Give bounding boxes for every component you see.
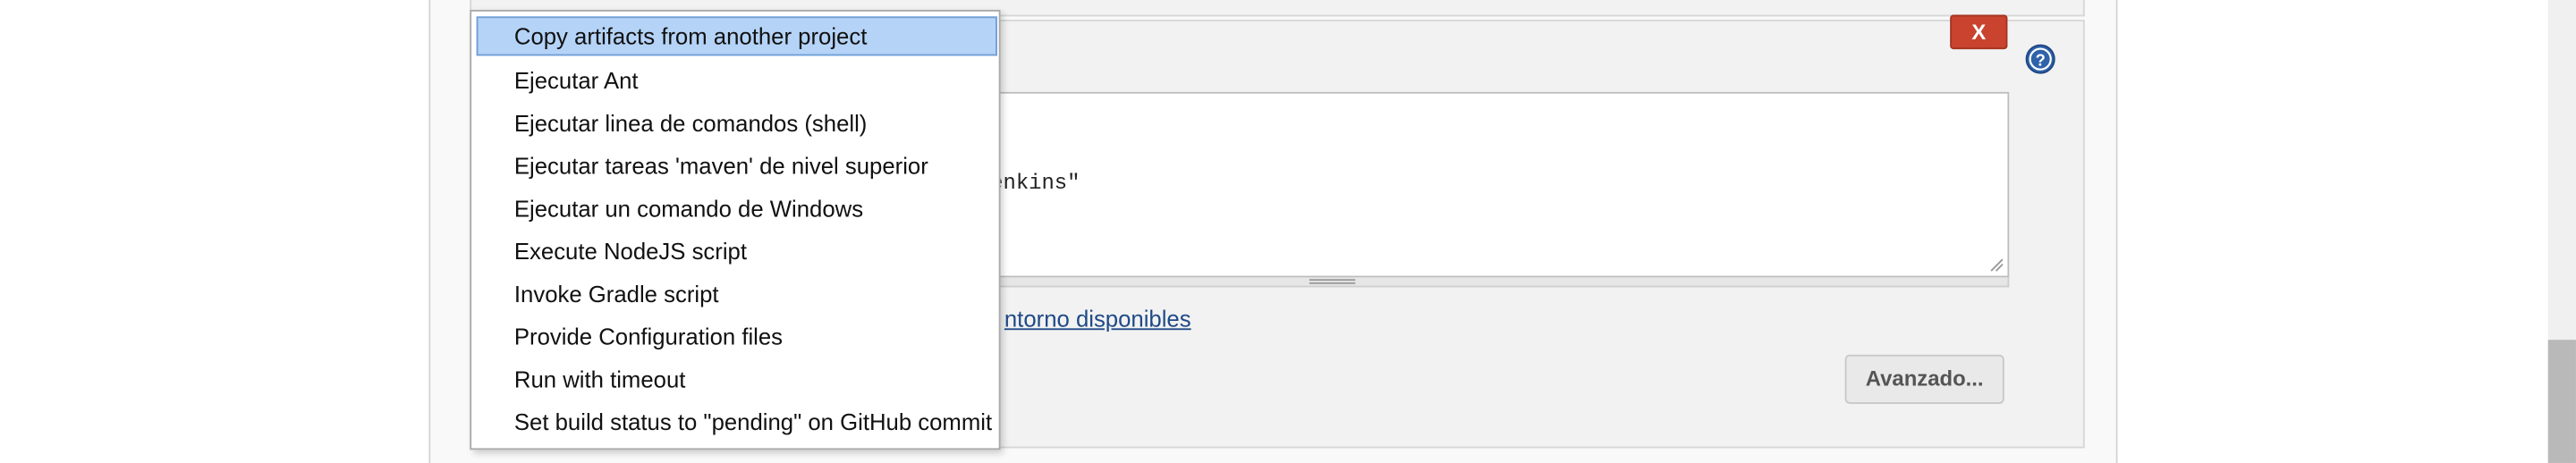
- menu-item-config-files[interactable]: Provide Configuration files: [473, 316, 997, 358]
- svg-text:?: ?: [2036, 50, 2046, 69]
- delete-step-button[interactable]: X: [1950, 14, 2008, 50]
- add-build-step-menu: Copy artifacts from another project Ejec…: [470, 10, 1001, 450]
- menu-item-copy-artifacts[interactable]: Copy artifacts from another project: [476, 16, 997, 56]
- advanced-button[interactable]: Avanzado...: [1844, 354, 2004, 404]
- menu-item-gradle[interactable]: Invoke Gradle script: [473, 273, 997, 316]
- menu-item-shell[interactable]: Ejecutar linea de comandos (shell): [473, 102, 997, 145]
- splitter-handle[interactable]: [1309, 279, 1356, 284]
- resize-grip-icon[interactable]: [1989, 257, 2004, 273]
- menu-item-windows-command[interactable]: Ejecutar un comando de Windows: [473, 187, 997, 230]
- help-icon[interactable]: ?: [2024, 43, 2057, 76]
- menu-item-timeout[interactable]: Run with timeout: [473, 358, 997, 400]
- scrollbar-thumb[interactable]: [2547, 340, 2576, 463]
- menu-item-github-status[interactable]: Set build status to "pending" on GitHub …: [473, 400, 997, 443]
- menu-item-ejecutar-ant[interactable]: Ejecutar Ant: [473, 59, 997, 102]
- menu-item-maven[interactable]: Ejecutar tareas 'maven' de nivel superio…: [473, 145, 997, 188]
- menu-item-nodejs[interactable]: Execute NodeJS script: [473, 230, 997, 273]
